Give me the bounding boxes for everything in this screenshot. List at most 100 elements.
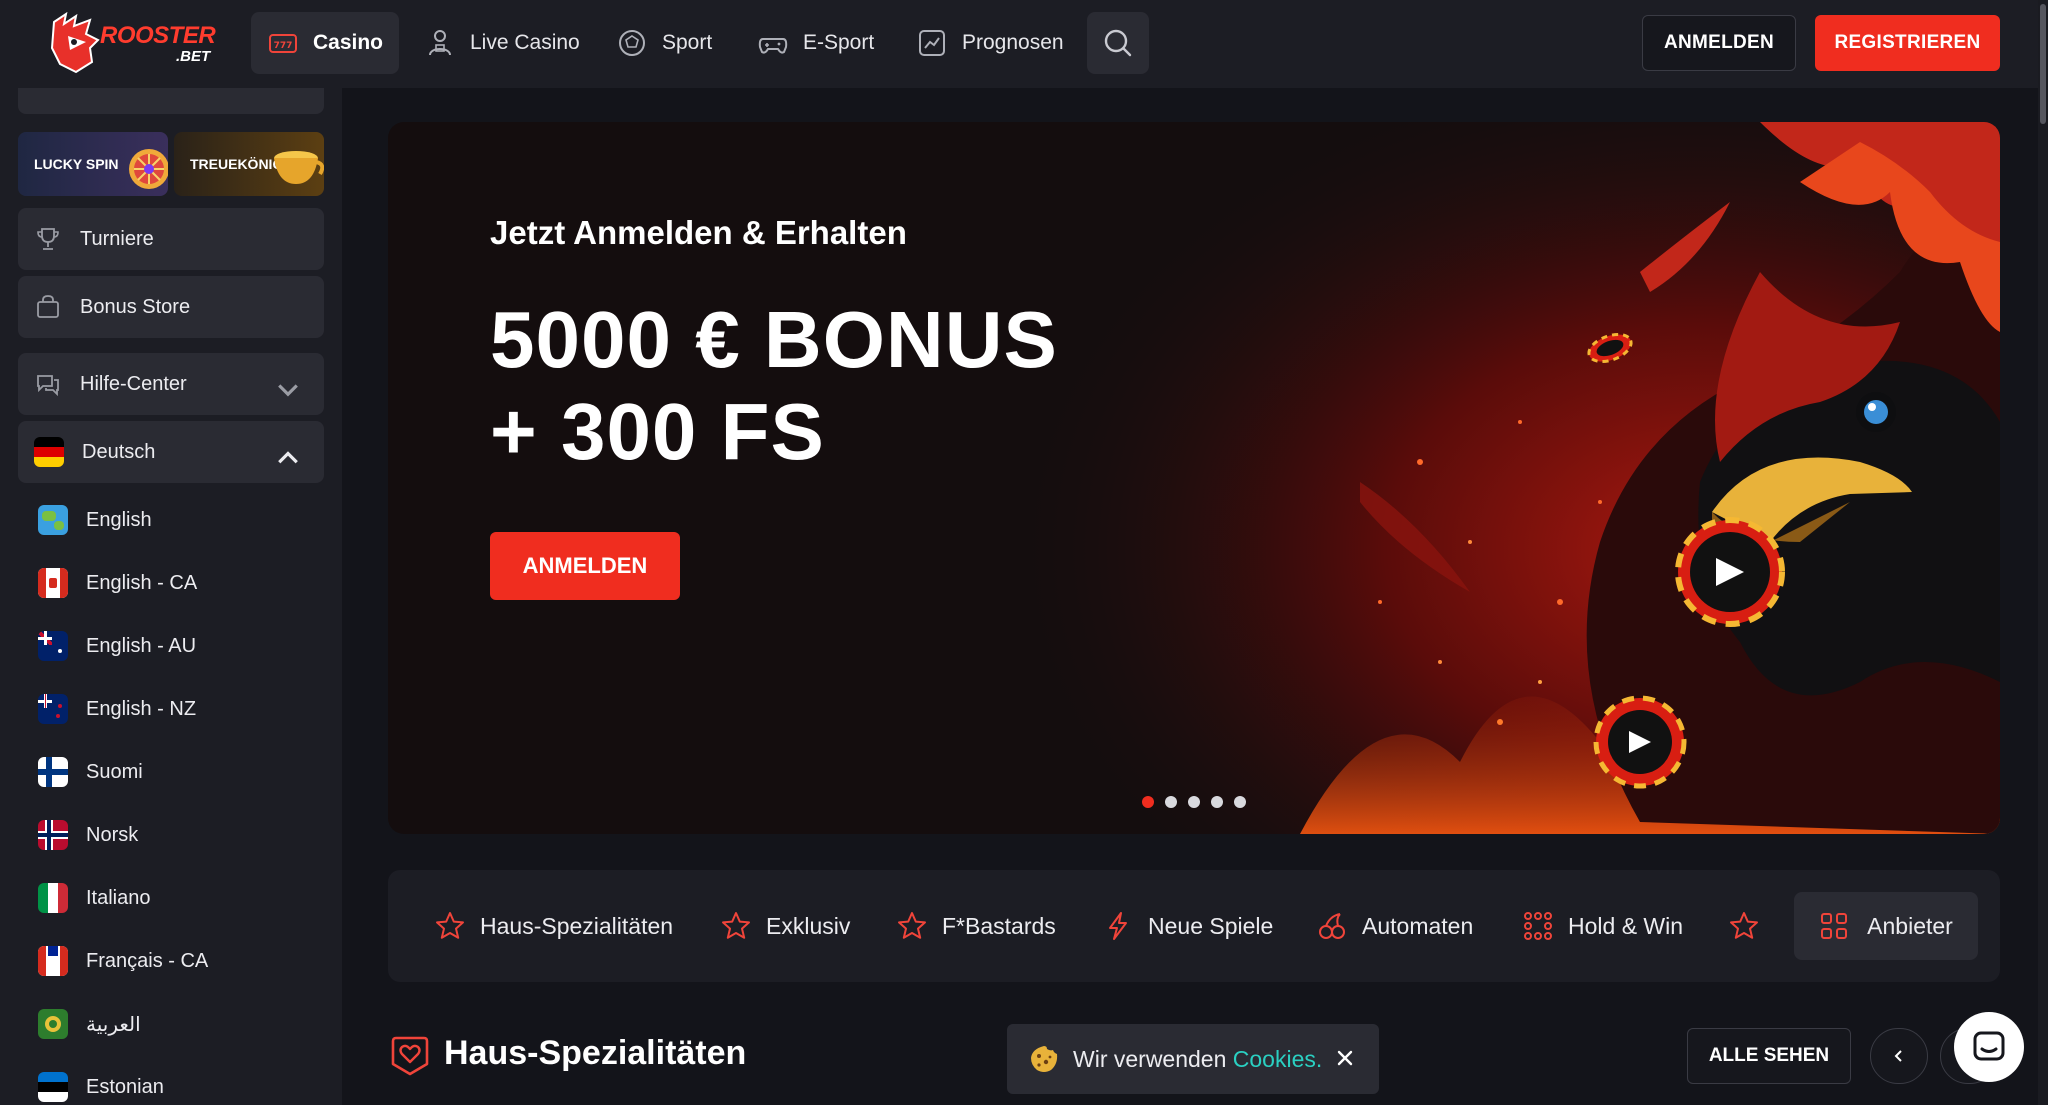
category-automaten[interactable]: Automaten: [1316, 900, 1473, 952]
flag-estonia-icon: [38, 1072, 68, 1102]
hero-banner[interactable]: Jetzt Anmelden & Erhalten 5000 € BONUS +…: [388, 122, 2000, 834]
category-label: Haus-Spezialitäten: [480, 912, 674, 939]
carousel-prev-button[interactable]: [1870, 1028, 1928, 1084]
category-label: Hold & Win: [1568, 912, 1684, 939]
sidebar-item-bonus-store-label: Bonus Store: [80, 295, 191, 318]
cookie-icon: [1031, 1046, 1058, 1072]
sidebar: LUCKY SPIN TREUEKÖNIG Turniere Bonus Sto…: [0, 88, 342, 1105]
heart-badge-icon: [391, 1036, 429, 1076]
page-scrollbar[interactable]: [2038, 0, 2048, 1105]
register-button[interactable]: REGISTRIEREN: [1815, 15, 2000, 71]
category-exklusiv[interactable]: Exklusiv: [720, 900, 850, 952]
language-option-label: العربية: [86, 1013, 141, 1036]
login-button[interactable]: ANMELDEN: [1642, 15, 1796, 71]
cherries-icon: [1319, 913, 1345, 939]
chevron-left-icon: [1894, 1050, 1902, 1062]
language-selector[interactable]: Deutsch: [18, 421, 324, 483]
language-option-label: English - AU: [86, 634, 197, 657]
dealer-icon: [429, 30, 451, 56]
language-option-label: Estonian: [86, 1075, 164, 1098]
sidebar-scrolled-item: [18, 88, 324, 114]
search-button[interactable]: [1087, 12, 1149, 74]
sidebar-item-hilfe-center[interactable]: Hilfe-Center: [18, 353, 324, 415]
nav-live-casino[interactable]: Live Casino: [408, 12, 596, 74]
category-hold-and-win[interactable]: Hold & Win: [1522, 900, 1683, 952]
search-icon: [1104, 29, 1132, 57]
category-label: Neue Spiele: [1148, 912, 1274, 939]
rooster-bet-logo[interactable]: ROOSTER .BET: [44, 8, 220, 78]
svg-text:777: 777: [274, 41, 293, 51]
dots-grid-icon: [1524, 912, 1552, 940]
language-option-suomi[interactable]: Suomi: [38, 752, 143, 792]
carousel-dot[interactable]: [1142, 796, 1154, 808]
category-more[interactable]: [1728, 900, 1774, 952]
cookie-text: Wir verwenden Cookies.: [1073, 1046, 1322, 1073]
nav-esport[interactable]: E-Sport: [741, 12, 890, 74]
sidebar-item-turniere[interactable]: Turniere: [18, 208, 324, 270]
top-navigation-bar: ROOSTER .BET 777 Casino Live Casino Spor…: [0, 0, 2048, 88]
chevron-down-icon: [278, 384, 298, 397]
language-option-norsk[interactable]: Norsk: [38, 815, 138, 855]
star-icon: [722, 912, 750, 939]
hero-title-line1: 5000 € BONUS: [490, 295, 1058, 384]
nav-sport[interactable]: Sport: [600, 12, 728, 74]
cookie-message: Wir verwenden: [1073, 1045, 1227, 1072]
category-haus-spezialitaeten[interactable]: Haus-Spezialitäten: [434, 900, 673, 952]
language-option-english-au[interactable]: English - AU: [38, 626, 196, 666]
bag-icon: [37, 295, 59, 318]
flag-canada-fr-icon: [38, 946, 68, 976]
flag-new-zealand-icon: [38, 694, 68, 724]
language-option-label: English - CA: [86, 571, 198, 594]
language-option-francais-ca[interactable]: Français - CA: [38, 941, 208, 981]
category-bar: Haus-Spezialitäten Exklusiv F*Bastards N…: [388, 870, 2000, 982]
promo-treuekoenig[interactable]: TREUEKÖNIG: [174, 132, 324, 196]
category-label: Anbieter: [1867, 912, 1953, 939]
carousel-dot[interactable]: [1211, 796, 1223, 808]
chart-up-icon: [919, 30, 945, 56]
carousel-dot[interactable]: [1234, 796, 1246, 808]
category-label: Automaten: [1362, 912, 1474, 939]
see-all-button[interactable]: ALLE SEHEN: [1687, 1028, 1851, 1084]
sidebar-item-bonus-store[interactable]: Bonus Store: [18, 276, 324, 338]
promo-lucky-spin[interactable]: LUCKY SPIN: [18, 132, 168, 196]
section-title: Haus-Spezialitäten: [444, 1034, 747, 1072]
category-anbieter[interactable]: Anbieter: [1794, 892, 1978, 960]
language-current-label: Deutsch: [82, 440, 156, 463]
sidebar-item-turniere-label: Turniere: [80, 227, 154, 250]
support-chat-button[interactable]: [1954, 1012, 2024, 1082]
nav-casino[interactable]: 777 Casino: [251, 12, 400, 74]
page-scrollbar-thumb[interactable]: [2040, 4, 2046, 124]
nav-prognosen[interactable]: Prognosen: [900, 12, 1080, 74]
carousel-dot[interactable]: [1188, 796, 1200, 808]
flag-germany-icon: [34, 437, 64, 467]
gamepad-icon: [758, 38, 788, 54]
star-icon: [898, 912, 926, 939]
flag-norway-icon: [38, 820, 68, 850]
flag-canada-icon: [38, 568, 68, 598]
cookie-link[interactable]: Cookies.: [1233, 1046, 1322, 1072]
close-icon[interactable]: [1333, 1046, 1357, 1070]
language-option-arabic[interactable]: العربية: [38, 1004, 141, 1044]
language-option-english-ca[interactable]: English - CA: [38, 563, 197, 603]
lightning-icon: [1109, 912, 1127, 940]
carousel-dot[interactable]: [1165, 796, 1177, 808]
language-option-italiano[interactable]: Italiano: [38, 878, 151, 918]
trophy-icon: [37, 228, 59, 250]
nav-casino-label: Casino: [313, 31, 384, 54]
grid-icon: [1821, 913, 1848, 939]
language-option-label: Français - CA: [86, 949, 209, 972]
category-label: F*Bastards: [942, 912, 1056, 939]
language-option-estonian[interactable]: Estonian: [38, 1067, 164, 1105]
chat-help-icon: [37, 375, 59, 397]
cup-icon: [274, 151, 324, 184]
language-option-english[interactable]: English: [38, 500, 152, 540]
hero-signup-button[interactable]: ANMELDEN: [490, 532, 680, 600]
language-option-english-nz[interactable]: English - NZ: [38, 689, 196, 729]
hero-subtitle: Jetzt Anmelden & Erhalten: [490, 214, 907, 251]
category-fbastards[interactable]: F*Bastards: [896, 900, 1056, 952]
category-neue-spiele[interactable]: Neue Spiele: [1102, 900, 1273, 952]
logo-suffix: .BET: [176, 48, 211, 65]
flag-italy-icon: [38, 883, 68, 913]
language-option-label: English - NZ: [86, 697, 197, 720]
chevron-up-icon: [278, 451, 298, 464]
